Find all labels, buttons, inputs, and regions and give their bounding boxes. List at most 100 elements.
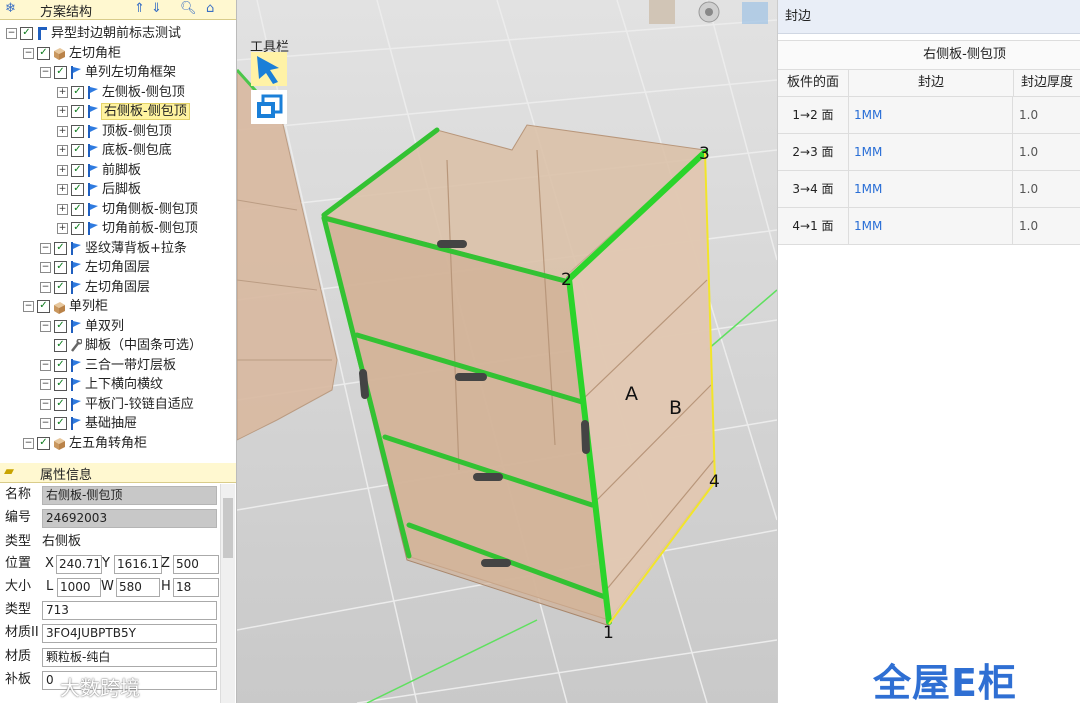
checkbox[interactable]: ✓ [37,436,50,450]
table-row[interactable]: 1→2 面 1MM 1.0 [778,97,1080,134]
checkbox[interactable]: ✓ [20,27,33,40]
tree-item[interactable]: − ✓ 左切角固层 [40,278,150,297]
layer-view-icon[interactable] [742,2,768,24]
checkbox[interactable]: ✓ [71,105,84,118]
checkbox[interactable]: ✓ [54,378,67,391]
tree-item[interactable]: + ✓ 后脚板 [57,180,141,199]
checkbox[interactable]: ✓ [71,163,84,177]
edge-value-link[interactable]: 1MM [849,97,1013,133]
code-field[interactable]: 24692003 [42,509,217,528]
expand-all-icon[interactable]: ⇓ [151,1,162,16]
tree-item[interactable]: + ✓ 底板-侧包底 [57,141,172,160]
expand-toggle-icon[interactable]: − [6,28,17,39]
tree-item[interactable]: + ✓ 左侧板-侧包顶 [57,83,185,102]
scrollbar-thumb[interactable] [223,498,233,558]
tree-item[interactable]: − ✓ 单列柜 [23,297,108,316]
size-l-field[interactable]: 1000 [57,578,101,597]
expand-toggle-icon[interactable]: + [57,86,68,98]
type2-field[interactable]: 713 [42,601,217,620]
tree-item[interactable]: + ✓ 切角侧板-侧包顶 [57,200,198,219]
checkbox[interactable]: ✓ [54,241,67,255]
flag-icon [70,261,82,274]
tree-item[interactable]: − ✓ 左切角固层 [40,258,150,277]
pos-z-field[interactable]: 500 [173,555,219,574]
checkbox[interactable]: ✓ [54,66,67,79]
corner-label-4: 4 [709,472,720,492]
snowflake-icon[interactable]: ❄ [5,1,16,16]
tree-item[interactable]: − ✓ 左切角柜 [23,44,121,63]
tree-item[interactable]: + ✓ 切角前板-侧包顶 [57,219,198,238]
expand-toggle-icon[interactable]: − [40,67,51,78]
tree-item[interactable]: − ✓ 上下横向横纹 [40,375,163,394]
checkbox[interactable]: ✓ [54,397,67,411]
expand-toggle-icon[interactable]: + [57,145,68,156]
checkbox[interactable]: ✓ [54,417,67,430]
edge-value-link[interactable]: 1MM [849,171,1013,207]
attr-scrollbar[interactable] [220,484,235,703]
expand-toggle-icon[interactable]: − [40,379,51,390]
expand-toggle-icon[interactable]: − [40,359,51,371]
expand-toggle-icon[interactable]: − [40,242,51,254]
checkbox[interactable]: ✓ [54,319,67,333]
tree-item[interactable]: + ✓ 顶板-侧包顶 [57,122,172,141]
expand-toggle-icon[interactable]: − [23,301,34,312]
checkbox[interactable]: ✓ [71,222,84,235]
tree-item[interactable]: − ✓ 异型封边朝前标志测试 [6,24,181,43]
checkbox[interactable]: ✓ [71,124,84,138]
expand-toggle-icon[interactable]: − [40,418,51,429]
cabinet-3d-render[interactable]: 2 3 4 1 A B [237,0,777,703]
tree-item[interactable]: + ✓ 右侧板-侧包顶 [57,102,190,121]
tree-item[interactable]: − ✓ 平板门-铰链自适应 [40,395,194,414]
table-row[interactable]: 4→1 面 1MM 1.0 [778,208,1080,245]
table-row[interactable]: 2→3 面 1MM 1.0 [778,134,1080,171]
tree-item[interactable]: + ✓ 前脚板 [57,161,141,180]
select-tool-button[interactable] [251,52,287,86]
3d-viewport[interactable]: 2 3 4 1 A B [237,0,777,703]
checkbox[interactable]: ✓ [54,358,67,372]
tree-item[interactable]: ✓ 脚板（中固条可选） [40,336,202,355]
checkbox[interactable]: ✓ [54,261,67,274]
tree-item[interactable]: − ✓ 单列左切角框架 [40,63,176,82]
expand-toggle-icon[interactable]: + [57,106,68,117]
checkbox[interactable]: ✓ [71,183,84,196]
tree-item[interactable]: − ✓ 三合一带灯层板 [40,356,176,375]
checkbox[interactable]: ✓ [54,280,67,294]
cabinet-view-icon[interactable] [649,0,675,24]
tree-item[interactable]: − ✓ 单双列 [40,317,124,336]
checkbox[interactable]: ✓ [71,202,84,216]
pos-x-field[interactable]: 240.71 [56,555,102,574]
edge-value-link[interactable]: 1MM [849,208,1013,244]
checkbox[interactable]: ✓ [37,300,50,313]
expand-toggle-icon[interactable]: − [23,47,34,59]
expand-toggle-icon[interactable]: − [40,281,51,293]
tree-item[interactable]: − ✓ 左五角转角柜 [23,434,147,453]
home-icon[interactable]: ⌂ [206,1,214,16]
size-h-field[interactable]: 18 [173,578,219,597]
size-w-field[interactable]: 580 [116,578,160,597]
edge-value-link[interactable]: 1MM [849,134,1013,170]
expand-toggle-icon[interactable]: + [57,203,68,215]
material-field[interactable]: 颗粒板-纯白 [42,648,217,667]
expand-toggle-icon[interactable]: − [40,320,51,332]
search-icon[interactable]: 🔍︎ [180,1,197,16]
expand-toggle-icon[interactable]: + [57,125,68,137]
collapse-all-icon[interactable]: ⇑ [134,1,145,16]
expand-toggle-icon[interactable]: − [40,262,51,273]
checkbox[interactable]: ✓ [71,144,84,157]
expand-toggle-icon[interactable]: − [40,398,51,410]
checkbox[interactable]: ✓ [71,85,84,99]
tree-item[interactable]: − ✓ 竖纹薄背板+拉条 [40,239,187,258]
pos-y-field[interactable]: 1616.1 [114,555,162,574]
expand-toggle-icon[interactable]: + [57,184,68,195]
expand-toggle-icon[interactable]: + [57,223,68,234]
tree-item[interactable]: − ✓ 基础抽屉 [40,414,137,433]
tree-item-label: 单双列 [85,318,125,334]
checkbox[interactable]: ✓ [37,46,50,60]
material-id-field[interactable]: 3FO4JUBPTB5Y [42,624,217,643]
checkbox[interactable]: ✓ [54,339,67,352]
name-field[interactable]: 右侧板-侧包顶 [42,486,217,505]
expand-toggle-icon[interactable]: − [23,437,34,449]
expand-toggle-icon[interactable]: + [57,164,68,176]
table-row[interactable]: 3→4 面 1MM 1.0 [778,171,1080,208]
copy-tool-button[interactable] [251,90,287,124]
